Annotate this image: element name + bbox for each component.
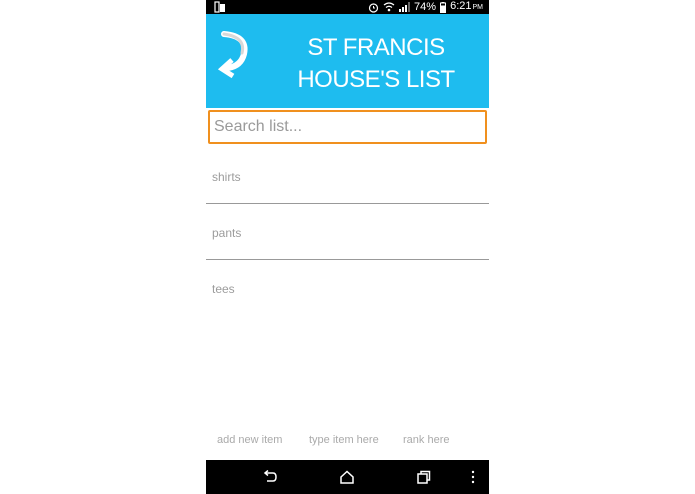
- rank-field[interactable]: rank here: [403, 434, 449, 446]
- add-new-item-field[interactable]: add new item: [217, 434, 282, 446]
- clock-time: 6:21PM: [450, 0, 483, 15]
- recents-icon[interactable]: [416, 470, 432, 484]
- clock-ampm: PM: [472, 4, 484, 11]
- search-input[interactable]: [208, 110, 487, 144]
- item-list: shirts pants tees: [206, 148, 489, 316]
- add-item-bar: add new item type item here rank here: [206, 432, 489, 452]
- status-bar: 74% 6:21PM: [206, 0, 489, 14]
- list-item-label: pants: [212, 226, 242, 240]
- overflow-menu-icon[interactable]: [470, 470, 476, 484]
- list-item[interactable]: tees: [206, 260, 489, 316]
- battery-percent: 74%: [414, 1, 437, 13]
- battery-icon: [440, 1, 447, 13]
- screenshot-icon: [214, 1, 225, 13]
- type-item-field[interactable]: type item here: [309, 434, 379, 446]
- status-icons: 74% 6:21PM: [368, 0, 483, 14]
- android-nav-bar: [206, 460, 489, 494]
- signal-icon: [399, 2, 411, 12]
- alarm-icon: [368, 2, 379, 13]
- clock-time-value: 6:21: [450, 0, 472, 12]
- list-item-label: tees: [212, 282, 235, 296]
- title-line-1: ST FRANCIS: [307, 34, 445, 61]
- page-title: ST FRANCIS HOUSE'S LIST: [276, 32, 476, 96]
- wifi-icon: [383, 2, 395, 12]
- list-item[interactable]: shirts: [206, 148, 489, 204]
- search-container: [208, 110, 487, 144]
- app-header: ST FRANCIS HOUSE'S LIST: [206, 14, 489, 108]
- title-line-2: HOUSE'S LIST: [297, 66, 455, 93]
- phone-screen: 74% 6:21PM ST FRANCIS HOUSE'S LIST shirt…: [206, 0, 489, 494]
- list-item[interactable]: pants: [206, 204, 489, 260]
- curved-back-arrow-icon[interactable]: [218, 30, 252, 80]
- back-icon[interactable]: [262, 470, 278, 484]
- list-item-label: shirts: [212, 170, 241, 184]
- home-icon[interactable]: [339, 470, 355, 484]
